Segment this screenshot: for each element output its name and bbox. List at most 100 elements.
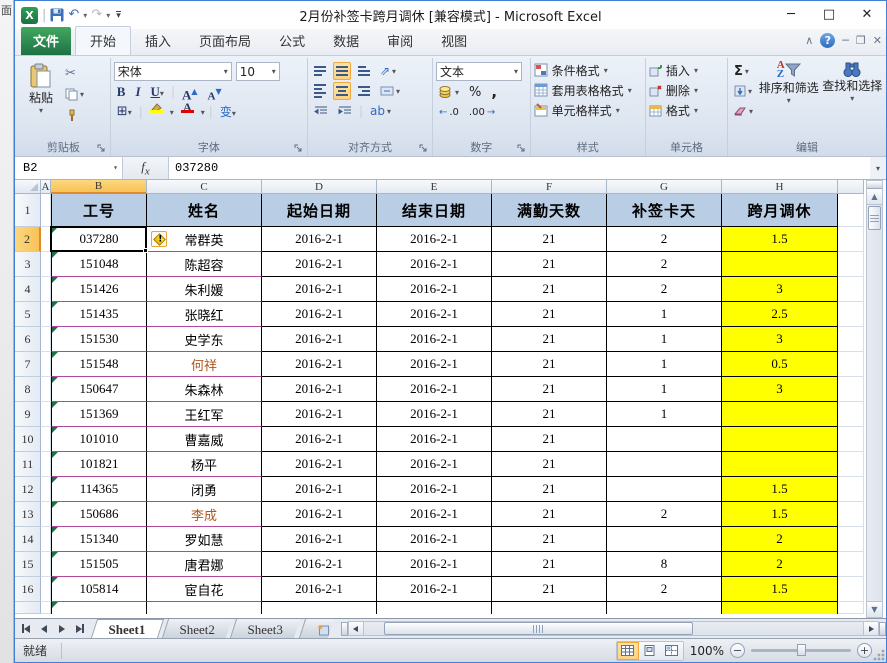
number-dialog-launcher-icon[interactable] <box>517 144 527 154</box>
cell-D11[interactable]: 2016-2-1 <box>262 452 377 477</box>
cell-G15[interactable]: 8 <box>607 552 722 577</box>
excel-app-icon[interactable]: X <box>21 7 38 24</box>
cell-G10[interactable] <box>607 427 722 452</box>
font-color-button[interactable]: A <box>178 103 197 121</box>
insert-worksheet-tab[interactable] <box>299 619 334 638</box>
column-header-E[interactable]: E <box>377 180 492 194</box>
worksheet-grid[interactable]: ABCDEFGH1工号姓名起始日期结束日期满勤天数补签卡天跨月调休2037280… <box>15 180 864 614</box>
column-header-C[interactable]: C <box>147 180 262 194</box>
column-header-G[interactable]: G <box>607 180 722 194</box>
wrap-rotate-icon[interactable]: ab▾ <box>367 102 394 120</box>
vertical-scrollbar[interactable]: ▲ ▼ <box>866 180 883 618</box>
cell-A16[interactable] <box>41 577 51 602</box>
cell-C13[interactable]: 李成 <box>147 502 262 527</box>
cell-B10[interactable]: 101010 <box>51 427 147 452</box>
horizontal-scrollbar[interactable] <box>341 619 886 638</box>
cell-E5[interactable]: 2016-2-1 <box>377 302 492 327</box>
cell-I13[interactable] <box>838 502 864 527</box>
cell-G11[interactable] <box>607 452 722 477</box>
row-header-14[interactable]: 14 <box>15 527 41 552</box>
cell-I1[interactable] <box>838 194 864 227</box>
row-header-13[interactable]: 13 <box>15 502 41 527</box>
cell-D3[interactable]: 2016-2-1 <box>262 252 377 277</box>
cell-C16[interactable]: 宦自花 <box>147 577 262 602</box>
horizontal-split-handle[interactable] <box>879 622 886 636</box>
format-as-table-button[interactable]: 套用表格格式▾ <box>534 80 642 100</box>
customize-qat-icon[interactable]: ▾ <box>116 11 121 20</box>
row-header-9[interactable]: 9 <box>15 402 41 427</box>
decrease-indent-icon[interactable] <box>311 102 331 120</box>
conditional-formatting-button[interactable]: 条件格式▾ <box>534 60 642 80</box>
cell-H6[interactable]: 3 <box>722 327 838 352</box>
column-header-H[interactable]: H <box>722 180 838 194</box>
align-center-icon[interactable] <box>333 82 351 100</box>
cell-A10[interactable] <box>41 427 51 452</box>
cell-A3[interactable] <box>41 252 51 277</box>
cell-G17[interactable] <box>607 602 722 614</box>
cell-E10[interactable]: 2016-2-1 <box>377 427 492 452</box>
shrink-font-button[interactable]: A▼ <box>205 83 225 101</box>
cell-H10[interactable] <box>722 427 838 452</box>
cell-E6[interactable]: 2016-2-1 <box>377 327 492 352</box>
cell-E16[interactable]: 2016-2-1 <box>377 577 492 602</box>
cell-D4[interactable]: 2016-2-1 <box>262 277 377 302</box>
redo-icon[interactable]: ↷ <box>91 8 102 22</box>
autosum-button[interactable]: Σ▾ <box>731 62 756 80</box>
cell-D10[interactable]: 2016-2-1 <box>262 427 377 452</box>
zoom-slider-thumb[interactable] <box>797 644 806 656</box>
tab-split-handle[interactable] <box>341 622 348 636</box>
save-icon[interactable] <box>50 8 64 22</box>
tab-插入[interactable]: 插入 <box>131 27 185 55</box>
cell-F11[interactable]: 21 <box>492 452 607 477</box>
bold-button[interactable]: B <box>114 83 129 101</box>
cell-C14[interactable]: 罗如慧 <box>147 527 262 552</box>
cell-I9[interactable] <box>838 402 864 427</box>
cell-B2[interactable]: 037280 <box>51 227 147 252</box>
workbook-close-icon[interactable]: ✕ <box>873 34 882 47</box>
vertical-scroll-thumb[interactable] <box>868 206 881 230</box>
cell-F13[interactable]: 21 <box>492 502 607 527</box>
italic-button[interactable]: I <box>132 83 143 101</box>
cell-F15[interactable]: 21 <box>492 552 607 577</box>
cell-A15[interactable] <box>41 552 51 577</box>
error-checking-icon[interactable] <box>151 231 167 247</box>
fill-color-dropdown-icon[interactable]: ▾ <box>170 108 174 117</box>
cell-F17[interactable] <box>492 602 607 614</box>
cell-E14[interactable]: 2016-2-1 <box>377 527 492 552</box>
cell-C3[interactable]: 陈超容 <box>147 252 262 277</box>
column-header-D[interactable]: D <box>262 180 377 194</box>
cell-D6[interactable]: 2016-2-1 <box>262 327 377 352</box>
scroll-right-icon[interactable] <box>863 621 879 636</box>
accounting-format-icon[interactable]: ▾ <box>436 83 462 101</box>
cell-A13[interactable] <box>41 502 51 527</box>
cell-E2[interactable]: 2016-2-1 <box>377 227 492 252</box>
cell-A17[interactable] <box>41 602 51 614</box>
minimize-button[interactable]: ─ <box>772 2 810 28</box>
row-header-11[interactable]: 11 <box>15 452 41 477</box>
fill-color-button[interactable] <box>147 103 166 121</box>
cell-G6[interactable]: 1 <box>607 327 722 352</box>
delete-cells-button[interactable]: 删除▾ <box>649 80 724 100</box>
cell-H15[interactable]: 2 <box>722 552 838 577</box>
scroll-up-icon[interactable]: ▲ <box>867 189 882 205</box>
cell-F14[interactable]: 21 <box>492 527 607 552</box>
cell-C9[interactable]: 王红军 <box>147 402 262 427</box>
cell-G5[interactable]: 1 <box>607 302 722 327</box>
fx-icon[interactable]: fx <box>141 159 149 178</box>
row-header-4[interactable]: 4 <box>15 277 41 302</box>
page-break-view-icon[interactable] <box>661 642 683 660</box>
row-header-2[interactable]: 2 <box>15 227 41 252</box>
grow-font-button[interactable]: A▲ <box>179 83 201 101</box>
increase-decimal-icon[interactable]: ←.0 <box>436 103 462 121</box>
cell-D15[interactable]: 2016-2-1 <box>262 552 377 577</box>
workbook-restore-icon[interactable]: ❐ <box>856 34 866 47</box>
row-header-1[interactable]: 1 <box>15 194 41 227</box>
page-layout-view-icon[interactable] <box>639 642 661 660</box>
cell-H11[interactable] <box>722 452 838 477</box>
table-header-4[interactable]: 结束日期 <box>377 194 492 227</box>
merge-center-icon[interactable]: ▾ <box>377 82 403 100</box>
sort-filter-button[interactable]: AZ 排序和筛选 ▾ <box>758 60 819 120</box>
format-painter-icon[interactable] <box>62 106 87 124</box>
tab-file[interactable]: 文件 <box>21 27 71 55</box>
increase-indent-icon[interactable] <box>335 102 355 120</box>
